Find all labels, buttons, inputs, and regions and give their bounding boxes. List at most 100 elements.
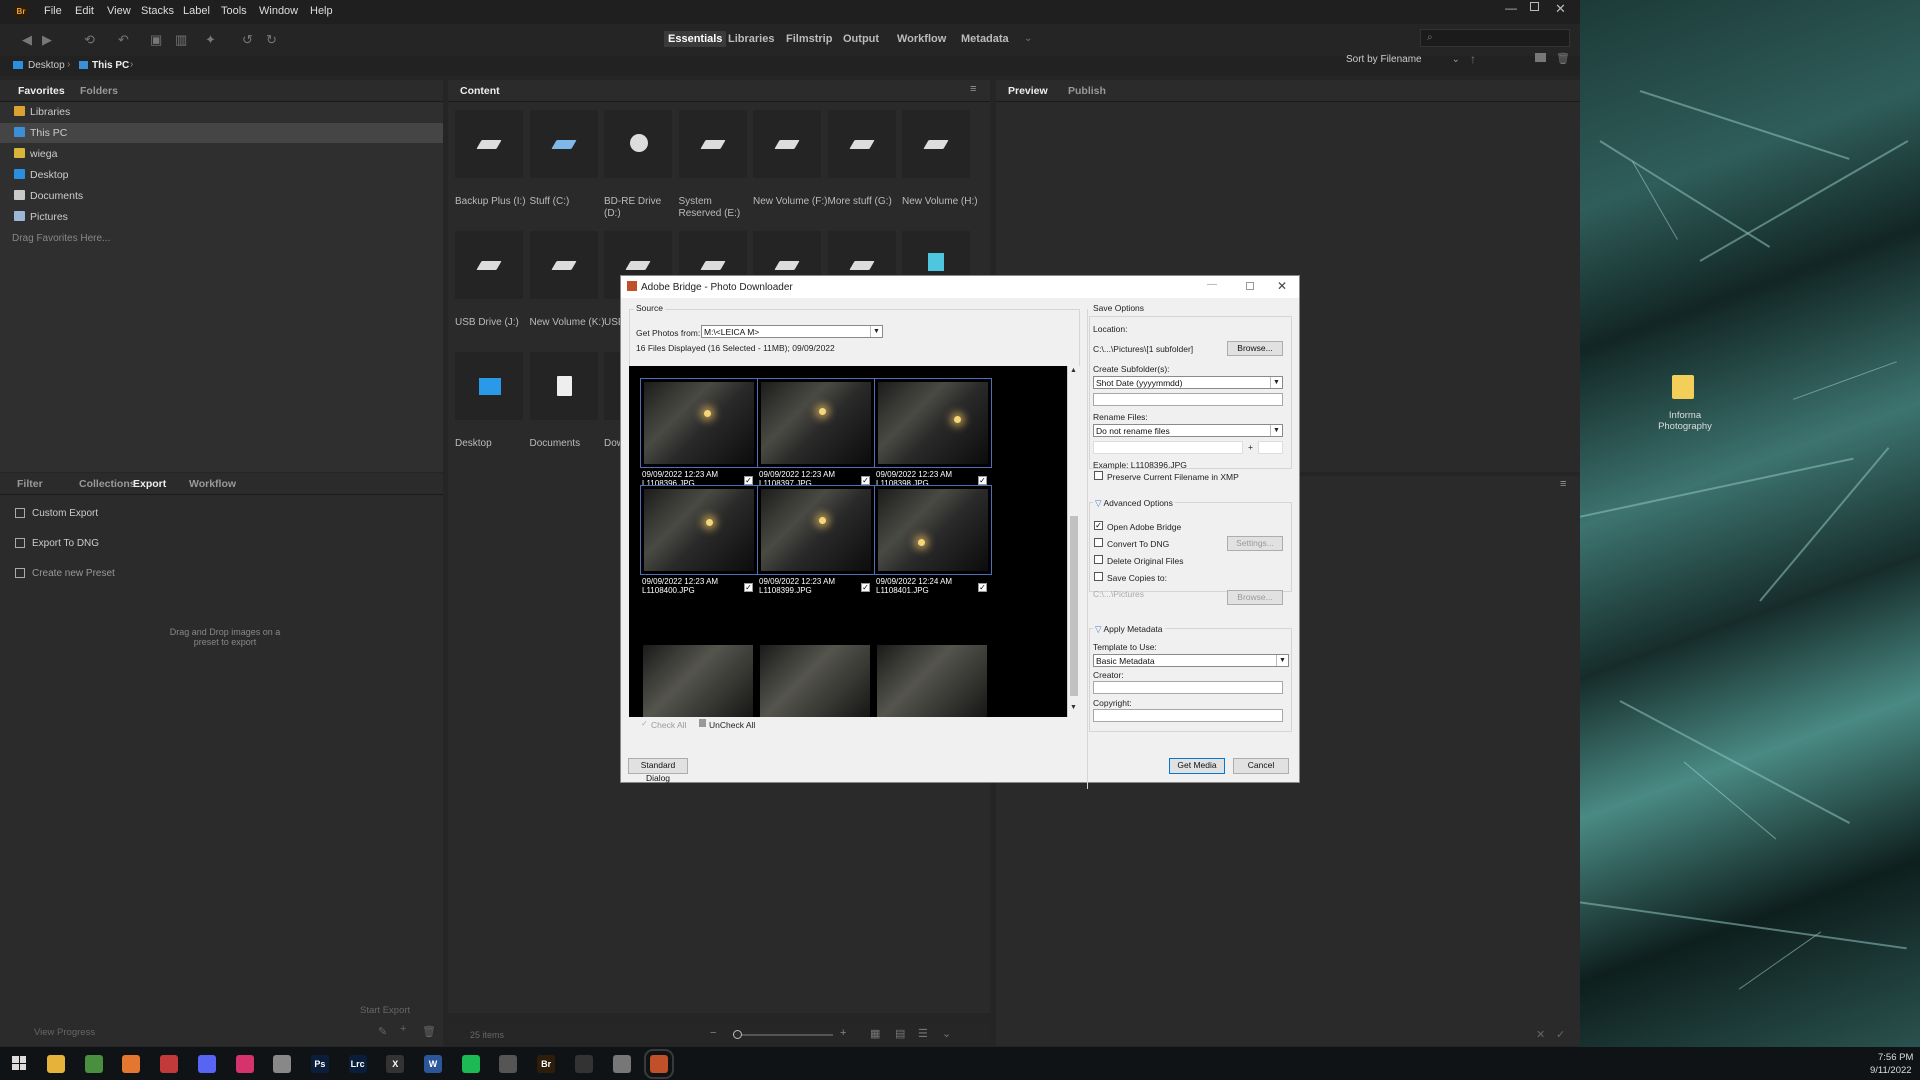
- create-subfolders-dropdown[interactable]: Shot Date (yyyymmdd) ▼: [1093, 376, 1283, 389]
- app-pink-icon[interactable]: [235, 1055, 254, 1073]
- panel-menu-icon[interactable]: ≡: [970, 83, 976, 95]
- desktop-folder-icon[interactable]: [1672, 375, 1694, 399]
- rename-number-input[interactable]: [1258, 441, 1283, 454]
- lightroom-icon[interactable]: Lrc: [348, 1055, 367, 1073]
- photoshop-icon[interactable]: Ps: [310, 1055, 329, 1073]
- close-button[interactable]: ✕: [1555, 1, 1566, 17]
- cancel-x-icon[interactable]: ✕: [1536, 1028, 1545, 1041]
- discord-icon[interactable]: [197, 1055, 216, 1073]
- recent-icon[interactable]: ⟲: [84, 32, 95, 48]
- delete-icon[interactable]: 🗑: [1556, 52, 1570, 65]
- scroll-up-icon[interactable]: ▲: [1070, 367, 1077, 374]
- start-export-button[interactable]: Start Export: [360, 1005, 410, 1016]
- rotate-right-icon[interactable]: ↻: [266, 32, 277, 48]
- details-view-icon[interactable]: ▤: [895, 1027, 905, 1040]
- dialog-close-button[interactable]: ✕: [1277, 279, 1287, 293]
- zoom-in-icon[interactable]: +: [840, 1027, 846, 1039]
- apply-check-icon[interactable]: ✓: [1556, 1028, 1565, 1041]
- photo-checkbox[interactable]: ✓: [978, 476, 987, 485]
- start-icon[interactable]: [12, 1056, 26, 1070]
- rename-files-dropdown[interactable]: Do not rename files ▼: [1093, 424, 1283, 437]
- create-icon[interactable]: ✦: [205, 32, 216, 48]
- path-item-desktop[interactable]: Desktop: [28, 60, 65, 71]
- tab-preview[interactable]: Preview: [1008, 85, 1048, 97]
- tab-folders[interactable]: Folders: [80, 85, 118, 97]
- metadata-panel-menu-icon[interactable]: ≡: [1560, 478, 1566, 490]
- tab-favorites[interactable]: Favorites: [18, 85, 65, 97]
- bridge-icon[interactable]: Br: [537, 1055, 556, 1073]
- dng-settings-button[interactable]: Settings...: [1227, 536, 1283, 551]
- photo-item[interactable]: 09/09/2022 12:23 AM L1108396.JPG ✓: [640, 378, 758, 488]
- file-explorer-icon[interactable]: [47, 1055, 65, 1073]
- tab-export[interactable]: Export: [133, 478, 166, 490]
- favorite-item-wiega[interactable]: wiega: [0, 144, 443, 164]
- zoom-out-icon[interactable]: −: [710, 1027, 716, 1039]
- export-preset-custom-export[interactable]: Custom Export: [0, 504, 443, 524]
- dialog-minimize-button[interactable]: —: [1207, 279, 1217, 290]
- photo-item[interactable]: 09/09/2022 12:23 AM L1108398.JPG ✓: [874, 378, 992, 488]
- photo-item[interactable]: [874, 642, 992, 717]
- camera-download-icon[interactable]: ▣: [150, 32, 162, 48]
- favorite-item-desktop[interactable]: Desktop: [0, 165, 443, 185]
- path-chevron-icon[interactable]: ›: [130, 59, 133, 70]
- advanced-options-header[interactable]: ▽ Advanced Options: [1093, 498, 1175, 509]
- clock-date[interactable]: 9/11/2022: [1870, 1065, 1912, 1076]
- spotify-icon[interactable]: [461, 1055, 480, 1073]
- photo-downloader-icon[interactable]: [644, 1049, 675, 1079]
- search-field[interactable]: ⌕: [1420, 29, 1570, 47]
- word-icon[interactable]: W: [424, 1055, 442, 1073]
- scroll-thumb[interactable]: [1070, 516, 1078, 696]
- tab-collections[interactable]: Collections: [79, 478, 136, 490]
- workspace-tab-filmstrip[interactable]: Filmstrip: [786, 33, 832, 45]
- apply-metadata-header[interactable]: ▽ Apply Metadata: [1093, 624, 1165, 635]
- check-all-button[interactable]: Check All: [651, 720, 686, 730]
- rename-text-input[interactable]: [1093, 441, 1243, 454]
- workspace-tab-libraries[interactable]: Libraries: [728, 33, 774, 45]
- creator-input[interactable]: [1093, 681, 1283, 694]
- list-view-icon[interactable]: ☰: [918, 1027, 928, 1040]
- copyright-input[interactable]: [1093, 709, 1283, 722]
- scroll-down-icon[interactable]: ▼: [1070, 704, 1077, 711]
- photo-item[interactable]: 09/09/2022 12:23 AM L1108397.JPG ✓: [757, 378, 875, 488]
- menu-window[interactable]: Window: [259, 5, 298, 17]
- sort-dropdown[interactable]: Sort by Filename ⌄: [1346, 54, 1460, 69]
- calendar-icon[interactable]: [160, 1055, 179, 1073]
- menu-stacks[interactable]: Stacks: [141, 5, 174, 17]
- tab-content[interactable]: Content: [460, 85, 500, 97]
- grid-view-icon[interactable]: ▦: [870, 1027, 880, 1040]
- photo-item[interactable]: 09/09/2022 12:24 AM L1108401.JPG ✓: [874, 485, 992, 595]
- workspace-more-icon[interactable]: ⌄: [1024, 33, 1032, 44]
- workspace-tab-workflow[interactable]: Workflow: [897, 33, 946, 45]
- clock-time[interactable]: 7:56 PM: [1878, 1052, 1913, 1063]
- menu-file[interactable]: File: [44, 5, 62, 17]
- menu-edit[interactable]: Edit: [75, 5, 94, 17]
- chrome-icon[interactable]: [84, 1055, 103, 1073]
- forward-icon[interactable]: ▶: [42, 32, 52, 48]
- get-media-button[interactable]: Get Media: [1169, 758, 1225, 774]
- menu-label[interactable]: Label: [183, 5, 210, 17]
- path-item-this-pc[interactable]: This PC: [92, 60, 129, 71]
- custom-subfolder-input[interactable]: [1093, 393, 1283, 406]
- menu-tools[interactable]: Tools: [221, 5, 247, 17]
- get-photos-dropdown[interactable]: M:\<LEICA M> ▼: [701, 325, 883, 338]
- app-x-icon[interactable]: X: [386, 1055, 405, 1073]
- view-progress-link[interactable]: View Progress: [34, 1027, 95, 1038]
- menu-view[interactable]: View: [107, 5, 131, 17]
- workspace-tab-output[interactable]: Output: [843, 33, 879, 45]
- tab-workflow[interactable]: Workflow: [189, 478, 236, 490]
- workspace-tab-essentials[interactable]: Essentials: [664, 31, 727, 47]
- template-dropdown[interactable]: Basic Metadata ▼: [1093, 654, 1289, 667]
- tab-publish[interactable]: Publish: [1068, 85, 1106, 97]
- favorite-item-libraries[interactable]: Libraries: [0, 102, 443, 122]
- save-copies-checkbox[interactable]: [1094, 572, 1103, 581]
- camera-icon[interactable]: [574, 1055, 593, 1073]
- photo-checkbox[interactable]: ✓: [744, 476, 753, 485]
- standard-dialog-button[interactable]: Standard Dialog: [628, 758, 688, 783]
- delete-original-checkbox[interactable]: [1094, 555, 1103, 564]
- mouse-icon[interactable]: [612, 1055, 631, 1073]
- printer-icon[interactable]: [273, 1055, 292, 1073]
- uncheck-all-button[interactable]: UnCheck All: [709, 720, 755, 730]
- cancel-button[interactable]: Cancel: [1233, 758, 1289, 774]
- tab-filter[interactable]: Filter: [17, 478, 43, 490]
- menu-help[interactable]: Help: [310, 5, 333, 17]
